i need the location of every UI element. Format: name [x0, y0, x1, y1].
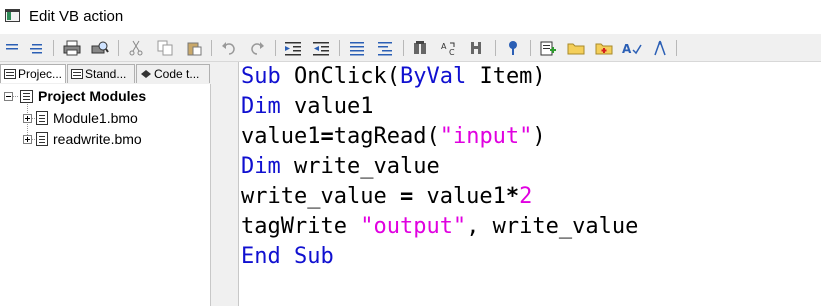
outdent-list-icon[interactable]: [26, 38, 46, 58]
editor-gutter: [211, 62, 239, 306]
properties-icon[interactable]: [503, 38, 523, 58]
tree-item-readwrite[interactable]: readwrite.bmo: [23, 130, 142, 148]
title-bar: Edit VB action: [0, 0, 821, 34]
folder-icon[interactable]: [566, 38, 586, 58]
tab-code-label: Code t...: [154, 67, 200, 81]
svg-text:C: C: [449, 48, 455, 56]
code-line: value1=tagRead("input"): [241, 124, 546, 149]
copy-icon[interactable]: [155, 38, 175, 58]
code-line: write_value = value1*2: [241, 184, 533, 209]
outdent-icon[interactable]: [311, 38, 331, 58]
add-folder-icon[interactable]: [594, 38, 614, 58]
indent-icon[interactable]: [283, 38, 303, 58]
code-line: End Sub: [241, 244, 334, 269]
code-line: tagWrite "output", write_value: [241, 214, 639, 239]
indent-list-icon[interactable]: [2, 38, 22, 58]
expand-icon[interactable]: [23, 113, 32, 123]
paste-icon[interactable]: [184, 38, 204, 58]
tree-item-label: readwrite.bmo: [53, 131, 142, 147]
comment-block-icon[interactable]: [347, 38, 367, 58]
window-title: Edit VB action: [29, 8, 124, 25]
tree-root-label: Project Modules: [38, 88, 147, 104]
svg-text:A: A: [441, 42, 447, 51]
cut-icon[interactable]: [126, 38, 146, 58]
code-editor[interactable]: Sub OnClick(ByVal Item) Dim value1 value…: [239, 62, 821, 306]
tab-standard-label: Stand...: [85, 67, 127, 81]
redo-icon[interactable]: [247, 38, 267, 58]
spell-check-icon[interactable]: A: [622, 38, 642, 58]
project-tab-icon: [4, 69, 16, 79]
code-line: Dim write_value: [241, 154, 440, 179]
tab-project-label: Projec...: [18, 67, 63, 81]
breakpoint-icon[interactable]: [467, 38, 487, 58]
module-file-icon: [36, 132, 48, 146]
code-tab-icon: [141, 70, 151, 78]
module-file-icon: [36, 111, 48, 125]
panel-tabs: Projec... Stand... Code t...: [0, 62, 211, 84]
collapse-icon[interactable]: [4, 91, 13, 101]
code-line: Dim value1: [241, 94, 374, 119]
tab-standard[interactable]: Stand...: [67, 64, 135, 83]
tab-code-templates[interactable]: Code t...: [136, 64, 210, 83]
undo-icon[interactable]: [219, 38, 239, 58]
tree-root-project-modules[interactable]: Project Modules: [4, 87, 146, 105]
expand-icon[interactable]: [23, 134, 32, 144]
compass-icon[interactable]: [650, 38, 670, 58]
tree-item-module1[interactable]: Module1.bmo: [23, 109, 138, 127]
project-icon: [20, 89, 33, 103]
tab-project[interactable]: Projec...: [0, 64, 66, 83]
svg-text:A: A: [622, 42, 632, 56]
app-icon: [5, 9, 20, 22]
object-browser-icon[interactable]: [411, 38, 431, 58]
print-icon[interactable]: [62, 38, 82, 58]
standard-tab-icon: [71, 69, 83, 79]
uncomment-block-icon[interactable]: [375, 38, 395, 58]
code-line: Sub OnClick(ByVal Item): [241, 64, 546, 89]
project-tree: Project Modules Module1.bmo readwrite.bm…: [0, 84, 211, 306]
tree-item-label: Module1.bmo: [53, 110, 138, 126]
print-preview-icon[interactable]: [90, 38, 110, 58]
find-replace-icon[interactable]: AC: [439, 38, 459, 58]
insert-module-icon[interactable]: [538, 38, 558, 58]
toolbar: AC A: [0, 34, 821, 62]
